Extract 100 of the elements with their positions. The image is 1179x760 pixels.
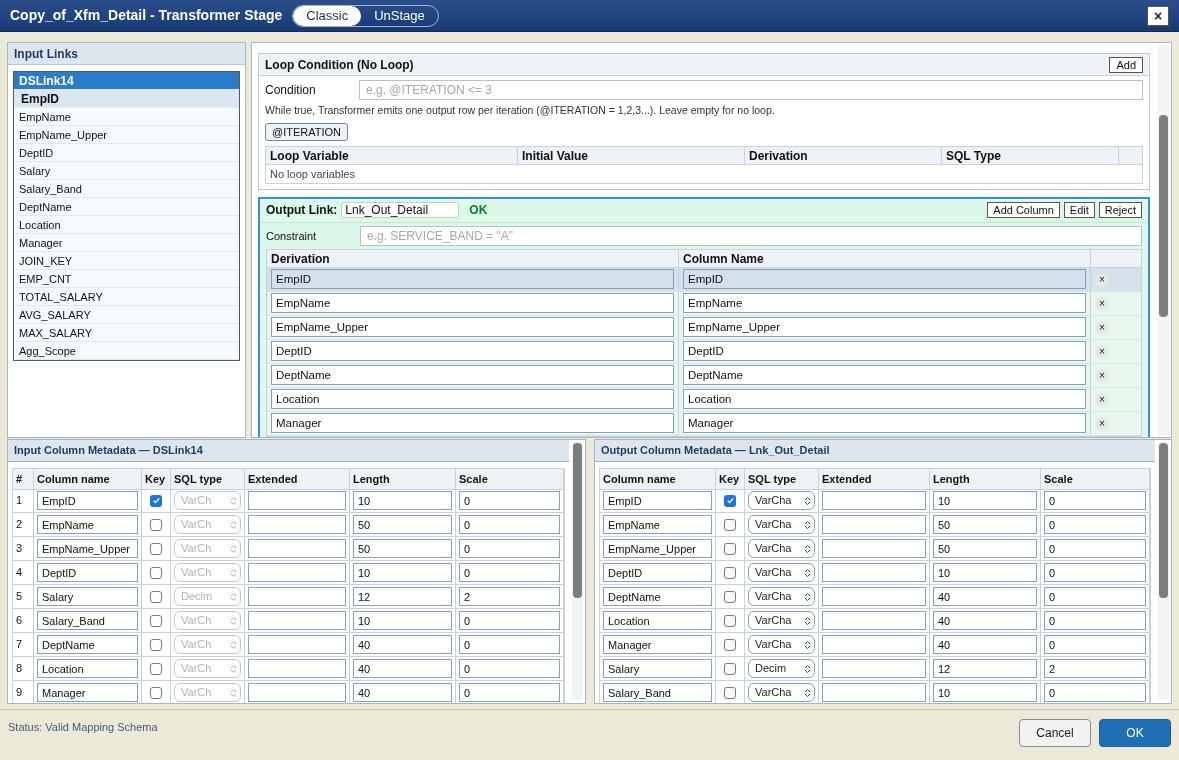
key-checkbox[interactable] [150, 590, 162, 603]
output-link-name-field[interactable]: Lnk_Out_Detail [341, 202, 460, 219]
derivation-field[interactable]: EmpName [271, 293, 674, 314]
iteration-button[interactable]: @ITERATION [265, 122, 349, 141]
extended-field[interactable] [822, 491, 926, 510]
scale-field[interactable]: 0 [459, 635, 560, 654]
length-field[interactable]: 50 [933, 539, 1037, 558]
scale-field[interactable]: 0 [1044, 515, 1146, 534]
column-name-field[interactable]: Salary_Band [603, 683, 712, 702]
key-checkbox[interactable] [724, 662, 736, 675]
length-field[interactable]: 40 [353, 659, 452, 678]
mode-tab[interactable]: Classic [293, 5, 362, 26]
derivation-field[interactable]: DeptID [271, 341, 674, 362]
scale-field[interactable]: 0 [459, 611, 560, 630]
length-field[interactable]: 40 [933, 611, 1037, 630]
input-link-item[interactable]: Agg_Scope [14, 342, 239, 360]
column-name-field[interactable]: DeptName [37, 635, 138, 654]
column-name-field[interactable]: DeptID [683, 341, 1086, 362]
length-field[interactable]: 50 [353, 539, 452, 558]
scale-field[interactable]: 0 [459, 539, 560, 558]
key-checkbox[interactable] [724, 566, 736, 579]
scale-field[interactable]: 2 [459, 587, 560, 606]
key-checkbox[interactable] [724, 590, 736, 603]
mapping-row[interactable]: EmpID EmpID × [267, 267, 1141, 292]
length-field[interactable]: 50 [353, 515, 452, 534]
derivation-field[interactable]: EmpName_Upper [271, 317, 674, 338]
scale-field[interactable]: 0 [1044, 635, 1146, 654]
key-checkbox[interactable] [150, 566, 162, 579]
extended-field[interactable] [248, 563, 346, 582]
length-field[interactable]: 40 [933, 587, 1037, 606]
extended-field[interactable] [822, 539, 926, 558]
close-button[interactable]: × [1147, 5, 1169, 26]
column-name-field[interactable]: DeptName [683, 365, 1086, 386]
column-name-field[interactable]: EmpName [37, 515, 138, 534]
key-checkbox[interactable] [150, 518, 162, 531]
column-name-field[interactable]: EmpName_Upper [683, 317, 1086, 338]
scale-field[interactable]: 0 [459, 659, 560, 678]
extended-field[interactable] [822, 683, 926, 702]
input-link-item[interactable]: EmpName_Upper [14, 126, 239, 144]
scrollbar[interactable] [1158, 45, 1169, 435]
extended-field[interactable] [822, 515, 926, 534]
input-link-item[interactable]: AVG_SALARY [14, 306, 239, 324]
column-name-field[interactable]: EmpID [37, 491, 138, 510]
input-link-item[interactable]: Location [14, 216, 239, 234]
extended-field[interactable] [248, 611, 346, 630]
key-checkbox[interactable] [724, 686, 736, 699]
extended-field[interactable] [248, 635, 346, 654]
scale-field[interactable]: 0 [1044, 539, 1146, 558]
mapping-row[interactable]: DeptID DeptID × [267, 339, 1141, 364]
delete-button[interactable]: × [1095, 393, 1109, 408]
derivation-field[interactable]: Manager [271, 413, 674, 434]
scale-field[interactable]: 0 [459, 515, 560, 534]
scrollbar[interactable] [572, 442, 583, 700]
input-link-item[interactable]: EmpName [14, 108, 239, 126]
scale-field[interactable]: 0 [459, 563, 560, 582]
scrollbar-thumb[interactable] [573, 443, 582, 598]
sql-type-select[interactable]: VarCha [748, 635, 815, 654]
toolbar-button[interactable]: Edit [1063, 202, 1095, 219]
condition-field[interactable]: e.g. @ITERATION <= 3 [359, 80, 1143, 100]
column-name-field[interactable]: Manager [603, 635, 712, 654]
input-link-item[interactable]: MAX_SALARY [14, 324, 239, 342]
extended-field[interactable] [822, 587, 926, 606]
scrollbar-thumb[interactable] [1159, 443, 1168, 598]
column-name-field[interactable]: Location [37, 659, 138, 678]
column-name-field[interactable]: Manager [37, 683, 138, 702]
input-link-item[interactable]: DeptID [14, 144, 239, 162]
key-checkbox[interactable] [150, 542, 162, 555]
sql-type-select[interactable]: VarCha [748, 515, 815, 534]
input-link-item[interactable]: Manager [14, 234, 239, 252]
column-name-field[interactable]: DeptName [603, 587, 712, 606]
extended-field[interactable] [822, 635, 926, 654]
column-name-field[interactable]: Salary [37, 587, 138, 606]
column-name-field[interactable]: Manager [683, 413, 1086, 434]
extended-field[interactable] [248, 659, 346, 678]
scale-field[interactable]: 0 [1044, 683, 1146, 702]
column-name-field[interactable]: EmpName_Upper [37, 539, 138, 558]
mapping-row[interactable]: DeptName DeptName × [267, 363, 1141, 388]
key-checkbox[interactable] [724, 518, 736, 531]
input-link-item[interactable]: JOIN_KEY [14, 252, 239, 270]
mapping-row[interactable]: EmpName_Upper EmpName_Upper × [267, 315, 1141, 340]
input-link-item[interactable]: EMP_CNT [14, 270, 239, 288]
toolbar-button[interactable]: Add Column [987, 202, 1060, 219]
length-field[interactable]: 10 [353, 491, 452, 510]
length-field[interactable]: 10 [933, 683, 1037, 702]
add-button[interactable]: Add [1109, 56, 1143, 73]
scale-field[interactable]: 0 [1044, 587, 1146, 606]
key-checkbox[interactable] [150, 638, 162, 651]
input-link-item[interactable]: DSLink14 [14, 72, 239, 90]
extended-field[interactable] [248, 587, 346, 606]
column-name-field[interactable]: DeptID [603, 563, 712, 582]
input-link-item[interactable]: DeptName [14, 198, 239, 216]
mode-tab[interactable]: UnStage [361, 5, 438, 26]
constraint-field[interactable]: e.g. SERVICE_BAND = "A" [360, 225, 1142, 246]
column-name-field[interactable]: Salary [603, 659, 712, 678]
input-link-item[interactable]: EmpID [14, 90, 239, 108]
scale-field[interactable]: 0 [1044, 491, 1146, 510]
length-field[interactable]: 50 [933, 515, 1037, 534]
scale-field[interactable]: 0 [1044, 563, 1146, 582]
scale-field[interactable]: 2 [1044, 659, 1146, 678]
delete-button[interactable]: × [1095, 417, 1109, 432]
